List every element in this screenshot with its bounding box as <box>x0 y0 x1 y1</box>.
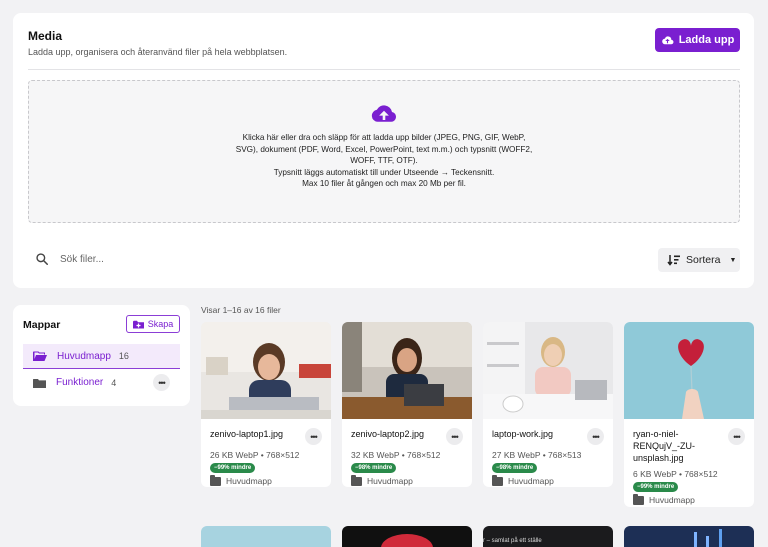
sort-label: Sortera <box>686 254 721 266</box>
create-folder-button[interactable]: Skapa <box>126 315 180 333</box>
file-name-line: ryan-o-niel- <box>633 429 679 439</box>
more-options-icon[interactable]: ••• <box>587 428 604 445</box>
folder-plus-icon <box>132 320 144 328</box>
sort-button[interactable]: Sortera ▼ <box>658 248 740 272</box>
folder-item-huvudmapp[interactable]: Huvudmapp 16 <box>23 344 180 369</box>
folders-title: Mappar <box>23 319 61 331</box>
folder-icon <box>210 474 221 486</box>
folder-name: Funktioner <box>56 377 104 388</box>
file-folder: Huvudmapp <box>210 474 272 486</box>
size-reduction-badge: −99% mindre <box>633 482 679 492</box>
file-name: zenivo-laptop1.jpg <box>210 429 284 439</box>
chevron-down-icon: ▼ <box>729 256 737 264</box>
file-folder-name: Huvudmapp <box>508 476 554 486</box>
file-card[interactable]: ryan-o-niel- RENQujV_-ZU- unsplash.jpg •… <box>624 322 754 507</box>
more-options-icon[interactable]: ••• <box>305 428 322 445</box>
cloud-upload-icon <box>661 35 674 44</box>
folder-open-icon <box>33 351 47 361</box>
file-name: ryan-o-niel- RENQujV_-ZU- unsplash.jpg <box>633 428 695 464</box>
file-card[interactable]: laptop-work.jpg ••• 27 KB WebP • 768×513… <box>483 322 613 487</box>
dropzone-line: Typsnitt läggs automatiskt till under Ut… <box>273 167 495 177</box>
file-thumbnail <box>342 322 472 419</box>
file-folder-name: Huvudmapp <box>226 476 272 486</box>
folder-icon <box>633 493 644 505</box>
file-thumbnail <box>624 322 754 419</box>
page-subtitle: Ladda upp, organisera och återanvänd fil… <box>28 47 288 57</box>
file-thumbnail[interactable] <box>342 526 472 547</box>
thumbnail-caption: r – samlat på ett ställe <box>483 538 542 544</box>
create-folder-label: Skapa <box>147 319 174 329</box>
file-thumbnail[interactable]: r – samlat på ett ställe <box>483 526 613 547</box>
file-name: zenivo-laptop2.jpg <box>351 429 425 439</box>
upload-dropzone[interactable]: Klicka här eller dra och släpp för att l… <box>28 80 740 223</box>
folder-name: Huvudmapp <box>57 350 111 362</box>
media-header-card: Media Ladda upp, organisera och återanvä… <box>13 13 754 288</box>
file-folder: Huvudmapp <box>351 474 413 486</box>
file-folder-name: Huvudmapp <box>649 495 695 505</box>
dropzone-instructions: Klicka här eller dra och släpp för att l… <box>29 132 739 190</box>
size-reduction-badge: −98% mindre <box>492 463 538 473</box>
folder-icon <box>492 474 503 486</box>
dropzone-line: SVG), dokument (PDF, Word, Excel, PowerP… <box>235 144 533 154</box>
file-thumbnail <box>201 322 331 419</box>
size-reduction-badge: −98% mindre <box>351 463 397 473</box>
upload-button[interactable]: Ladda upp <box>655 28 740 52</box>
search-input[interactable] <box>60 249 360 269</box>
file-folder: Huvudmapp <box>633 493 695 505</box>
folders-panel: Mappar Skapa Huvudmapp 16 Funktioner 4 •… <box>13 305 190 406</box>
file-card[interactable]: zenivo-laptop1.jpg ••• 26 KB WebP • 768×… <box>201 322 331 487</box>
more-options-icon[interactable]: ••• <box>153 374 170 391</box>
divider <box>28 69 740 70</box>
folder-count: 4 <box>111 377 117 388</box>
folder-icon <box>33 378 46 388</box>
search-icon <box>36 253 49 266</box>
more-options-icon[interactable]: ••• <box>728 428 745 445</box>
file-folder-name: Huvudmapp <box>367 476 413 486</box>
more-options-icon[interactable]: ••• <box>446 428 463 445</box>
file-thumbnail[interactable] <box>201 526 331 547</box>
size-reduction-badge: −99% mindre <box>210 463 256 473</box>
file-meta: 27 KB WebP • 768×513 <box>492 450 582 460</box>
file-name-line: unsplash.jpg <box>633 453 684 463</box>
file-thumbnail[interactable] <box>624 526 754 547</box>
file-meta: 32 KB WebP • 768×512 <box>351 450 441 460</box>
upload-button-label: Ladda upp <box>678 34 735 46</box>
dropzone-line: Klicka här eller dra och släpp för att l… <box>242 133 526 142</box>
file-name-line: RENQujV_-ZU- <box>633 441 696 451</box>
dropzone-line: WOFF, TTF, OTF). <box>350 156 418 165</box>
search-bar: Sortera ▼ <box>28 244 740 274</box>
file-card[interactable]: zenivo-laptop2.jpg ••• 32 KB WebP • 768×… <box>342 322 472 487</box>
file-meta: 6 KB WebP • 768×512 <box>633 469 718 479</box>
folder-item-funktioner[interactable]: Funktioner 4 ••• <box>23 370 180 395</box>
folder-icon <box>351 474 362 486</box>
dropzone-line: Max 10 filer åt gången och max 20 Mb per… <box>302 179 466 188</box>
files-count: Visar 1–16 av 16 filer <box>201 305 281 315</box>
folder-count: 16 <box>118 351 129 361</box>
sort-icon <box>667 255 680 266</box>
file-name: laptop-work.jpg <box>492 429 554 439</box>
page-title: Media <box>28 29 63 43</box>
cloud-upload-icon <box>371 105 397 122</box>
file-folder: Huvudmapp <box>492 474 554 486</box>
file-meta: 26 KB WebP • 768×512 <box>210 450 300 460</box>
file-thumbnail <box>483 322 613 419</box>
